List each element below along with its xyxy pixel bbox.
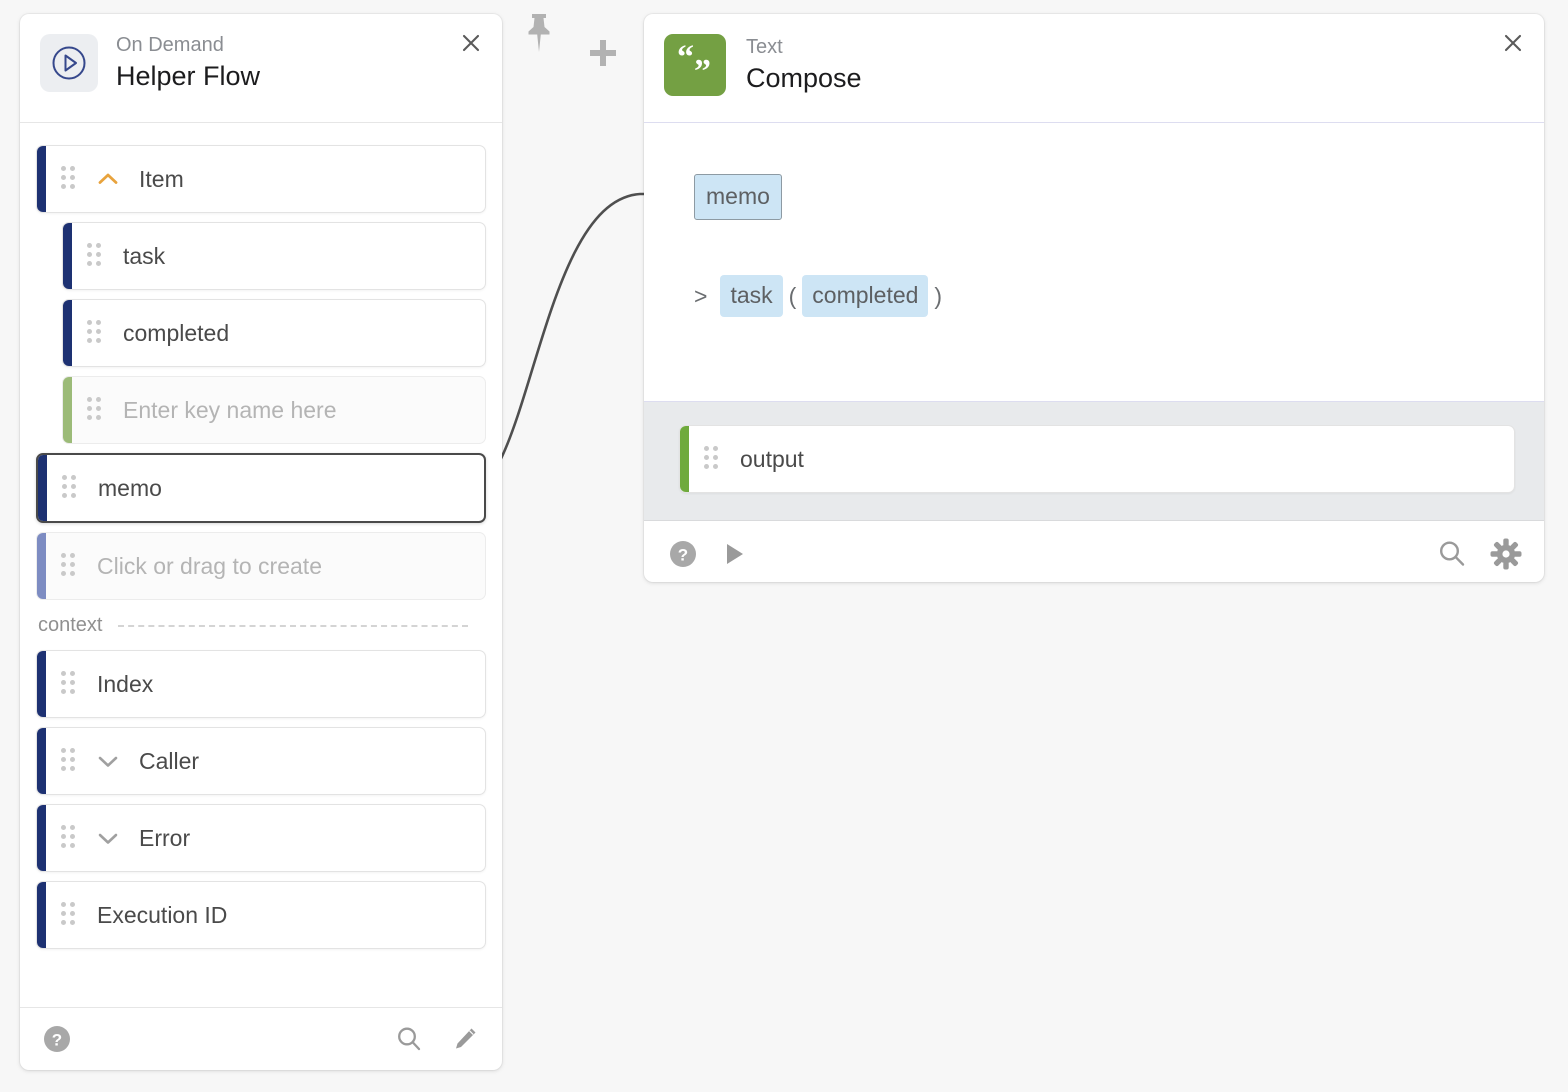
flow-row-error[interactable]: Error <box>36 804 486 872</box>
context-divider: context <box>38 614 486 637</box>
flow-row-label: Error <box>139 825 190 852</box>
row-accent-bar <box>63 377 72 443</box>
flow-row-label: Execution ID <box>97 902 227 929</box>
flow-kicker: On Demand <box>116 34 260 56</box>
memo-token[interactable]: memo <box>694 174 782 220</box>
new-key-placeholder[interactable]: Enter key name here <box>123 397 337 424</box>
flow-title: Helper Flow <box>116 61 260 92</box>
help-icon[interactable]: ? <box>668 539 698 569</box>
flow-row-label: memo <box>98 475 162 502</box>
flow-row-new-key[interactable]: Enter key name here <box>62 376 486 444</box>
drag-handle[interactable] <box>61 902 79 929</box>
drag-handle[interactable] <box>87 397 105 424</box>
gear-icon[interactable] <box>1490 538 1522 570</box>
expression-prefix: > <box>694 283 707 310</box>
row-accent-bar <box>680 426 689 492</box>
flow-row-task[interactable]: task <box>62 222 486 290</box>
search-icon[interactable] <box>394 1024 424 1054</box>
svg-text:?: ? <box>52 1031 62 1050</box>
row-accent-bar <box>37 533 46 599</box>
row-accent-bar <box>37 651 46 717</box>
context-label: context <box>38 614 102 637</box>
row-accent-bar <box>38 455 47 521</box>
close-icon[interactable] <box>454 26 488 60</box>
context-dashed-line <box>118 625 468 627</box>
pencil-icon[interactable] <box>450 1024 480 1054</box>
completed-token[interactable]: completed <box>802 275 928 317</box>
flow-row-label: Caller <box>139 748 199 775</box>
chevron-up-icon[interactable] <box>95 166 121 192</box>
search-icon[interactable] <box>1436 538 1468 570</box>
output-strip: output <box>644 402 1544 521</box>
compose-panel-header: “ ” Text Compose <box>644 14 1544 122</box>
compose-title: Compose <box>746 63 862 94</box>
flow-rows-container: Item task completed Enter key name here … <box>20 123 502 949</box>
flow-row-completed[interactable]: completed <box>62 299 486 367</box>
compose-editor[interactable]: memo > task ( completed ) <box>644 122 1544 402</box>
flow-row-execution-id[interactable]: Execution ID <box>36 881 486 949</box>
row-accent-bar <box>37 146 46 212</box>
play-circle-icon <box>40 34 98 92</box>
expression-line: > task ( completed ) <box>694 275 948 317</box>
output-label: output <box>740 446 804 473</box>
flow-row-caller[interactable]: Caller <box>36 727 486 795</box>
flow-row-label: completed <box>123 320 229 347</box>
compose-kicker: Text <box>746 36 862 58</box>
compose-panel: “ ” Text Compose memo > task ( completed… <box>644 14 1544 582</box>
flow-panel-footer: ? <box>20 1007 502 1070</box>
flow-row-memo[interactable]: memo <box>36 453 486 523</box>
row-accent-bar <box>37 805 46 871</box>
drag-handle[interactable] <box>61 553 79 580</box>
flow-panel-header: On Demand Helper Flow <box>20 14 502 123</box>
quote-icon: “ ” <box>664 34 726 96</box>
flow-row-index[interactable]: Index <box>36 650 486 718</box>
svg-text:”: ” <box>694 53 711 90</box>
flow-panel: On Demand Helper Flow Item task <box>20 14 502 1070</box>
close-paren: ) <box>934 283 942 310</box>
output-row[interactable]: output <box>679 425 1515 493</box>
drag-handle[interactable] <box>87 243 105 270</box>
chevron-down-icon[interactable] <box>95 748 121 774</box>
compose-panel-footer: ? <box>644 521 1544 587</box>
flow-row-item[interactable]: Item <box>36 145 486 213</box>
flow-row-label: task <box>123 243 165 270</box>
chevron-down-icon[interactable] <box>95 825 121 851</box>
drag-handle[interactable] <box>61 166 79 193</box>
help-icon[interactable]: ? <box>42 1024 72 1054</box>
play-icon[interactable] <box>720 540 748 568</box>
svg-text:?: ? <box>678 546 688 565</box>
pin-icon[interactable] <box>521 10 557 61</box>
close-icon[interactable] <box>1496 26 1530 60</box>
row-accent-bar <box>63 300 72 366</box>
open-paren: ( <box>789 283 797 310</box>
flow-row-label: Item <box>139 166 184 193</box>
plus-icon[interactable] <box>586 36 620 75</box>
svg-text:“: “ <box>677 39 694 76</box>
drag-handle[interactable] <box>87 320 105 347</box>
flow-row-create[interactable]: Click or drag to create <box>36 532 486 600</box>
drag-handle[interactable] <box>62 475 80 502</box>
drag-handle[interactable] <box>61 825 79 852</box>
drag-handle[interactable] <box>61 748 79 775</box>
drag-handle[interactable] <box>704 446 722 473</box>
drag-handle[interactable] <box>61 671 79 698</box>
task-token[interactable]: task <box>720 275 782 317</box>
create-placeholder[interactable]: Click or drag to create <box>97 553 322 580</box>
row-accent-bar <box>37 728 46 794</box>
flow-row-label: Index <box>97 671 153 698</box>
row-accent-bar <box>37 882 46 948</box>
row-accent-bar <box>63 223 72 289</box>
